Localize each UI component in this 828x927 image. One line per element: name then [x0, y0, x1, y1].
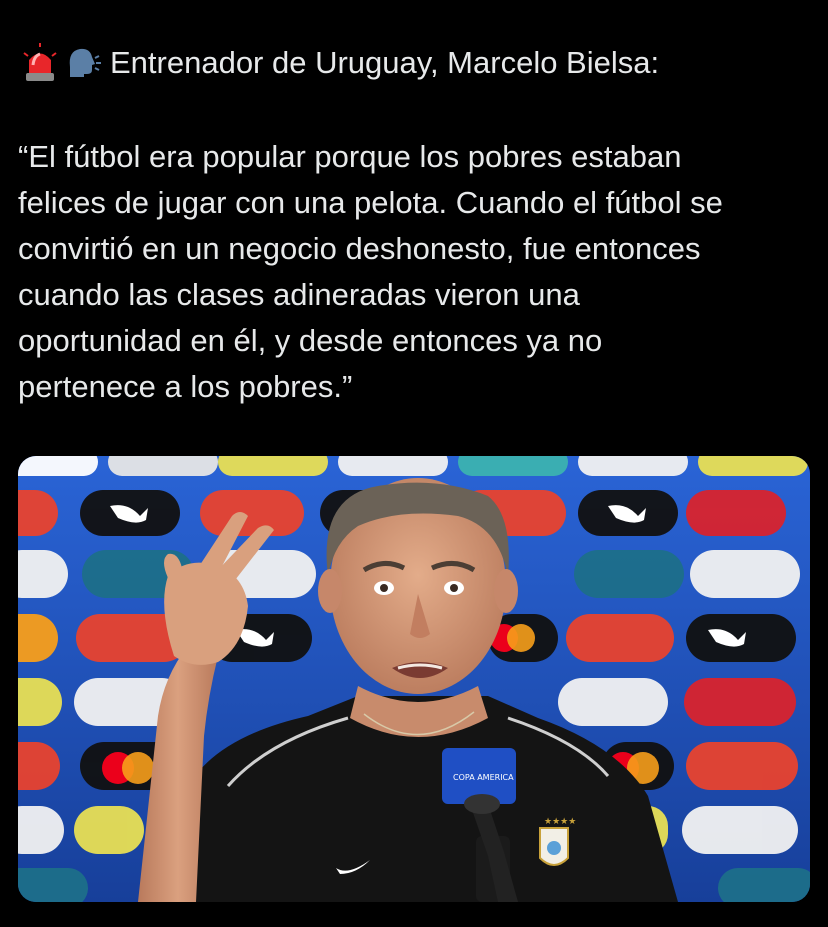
post-header: Entrenador de Uruguay, Marcelo Bielsa:: [22, 40, 659, 86]
mic-flag-label: COPA AMERICA: [453, 773, 514, 782]
speaking-head-icon: [66, 43, 102, 83]
post: Entrenador de Uruguay, Marcelo Bielsa: “…: [0, 0, 828, 927]
quote-line: cuando las clases adineradas vieron una: [18, 277, 580, 312]
quote-line: convirtió en un negocio deshonesto, fue …: [18, 231, 701, 266]
post-photo[interactable]: ★★★★ COPA AMERICA: [18, 456, 810, 902]
quote-line: oportunidad en él, y desde entonces ya n…: [18, 323, 603, 358]
post-header-text: Entrenador de Uruguay, Marcelo Bielsa:: [110, 45, 660, 80]
quote-line: pertenece a los pobres.”: [18, 369, 353, 404]
siren-icon: [22, 43, 58, 83]
press-conference-photo: ★★★★ COPA AMERICA: [18, 456, 810, 902]
quote-line: “El fútbol era popular porque los pobres…: [18, 139, 682, 174]
post-quote: “El fútbol era popular porque los pobres…: [18, 134, 818, 410]
quote-line: felices de jugar con una pelota. Cuando …: [18, 185, 723, 220]
svg-text:★★★★: ★★★★: [544, 817, 576, 827]
